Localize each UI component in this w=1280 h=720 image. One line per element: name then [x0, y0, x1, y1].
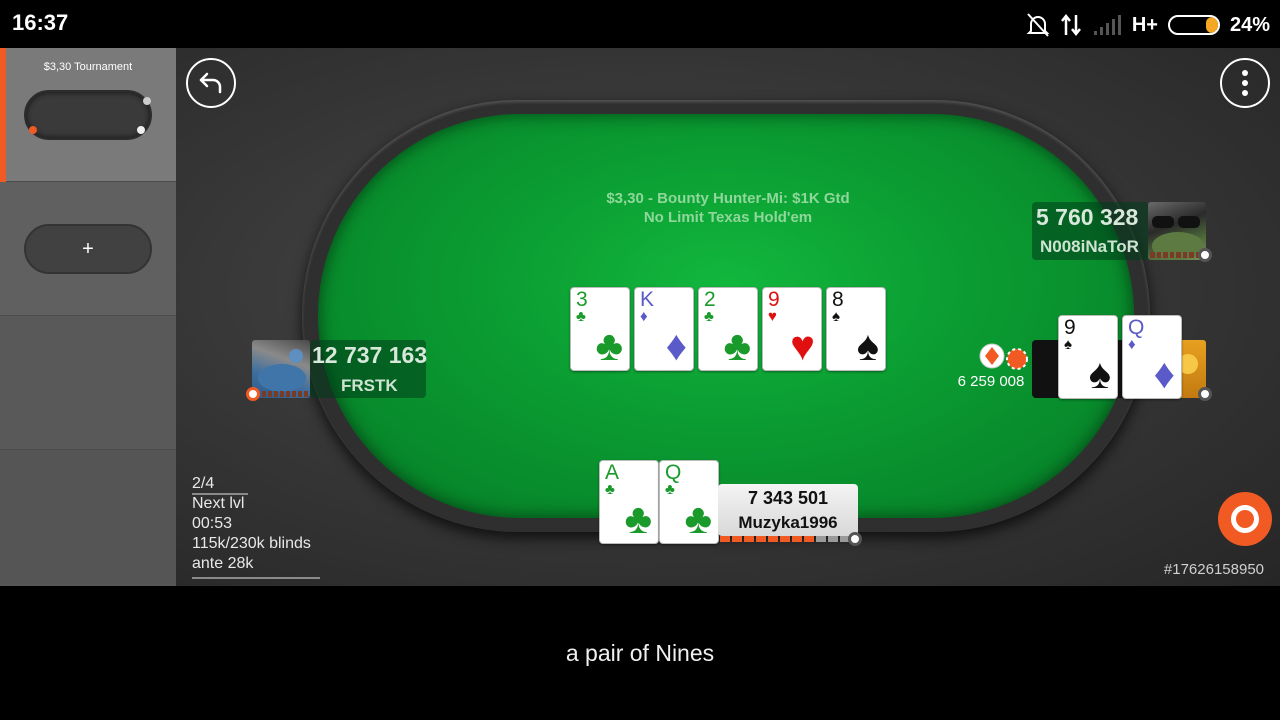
ante: ante 28k — [192, 555, 254, 572]
player-time-bar — [1150, 252, 1200, 258]
card-suit-icon: ♠ — [1088, 350, 1111, 397]
board-card: 3 ♣ ♣ — [570, 287, 630, 371]
empty-table-slot — [0, 316, 176, 450]
battery-icon — [1167, 15, 1220, 35]
back-arrow-icon — [199, 72, 222, 94]
status-icons: H+ 24% — [1026, 10, 1270, 40]
empty-table-slot — [0, 450, 176, 584]
time-segment — [792, 536, 802, 542]
player-name: FRSTK — [341, 376, 398, 395]
time-segment — [780, 536, 790, 542]
active-table-slot[interactable]: $3,30 Tournament — [0, 48, 176, 182]
active-table-title: $3,30 Tournament — [43, 61, 133, 73]
time-segment — [816, 536, 826, 542]
mini-seat-dot — [137, 126, 145, 134]
data-transfer-icon — [1060, 13, 1081, 37]
table-info: $3,30 - Bounty Hunter-Mi: $1K Gtd No Lim… — [480, 189, 976, 227]
mini-seat-dot — [143, 97, 151, 105]
card-suit-icon: ♠ — [1064, 336, 1072, 353]
time-segment — [720, 536, 730, 542]
frog-avatar-icon — [258, 349, 306, 392]
hero-stack: 7 343 501 — [747, 488, 829, 508]
seat-marker — [1198, 248, 1212, 262]
card-suit-icon: ♦ — [640, 308, 648, 325]
card-suit-icon: ♥ — [768, 308, 777, 325]
time-segment — [756, 536, 766, 542]
add-table-slot: + — [0, 182, 176, 316]
card-suit-icon: ♣ — [723, 322, 751, 369]
hero-card: Q ♣ ♣ — [659, 460, 719, 544]
mini-seat-dot — [29, 126, 37, 134]
back-button[interactable] — [186, 58, 236, 108]
card-suit-icon: ♣ — [605, 481, 615, 498]
card-suit-icon: ♦ — [1153, 350, 1175, 397]
notifications-off-icon — [1026, 13, 1050, 37]
card-suit-icon: ♦ — [665, 322, 687, 369]
status-bar: 16:37 H+ 24% — [0, 0, 1280, 48]
hand-id: #17626158950 — [1163, 561, 1264, 578]
hero-time-bar — [720, 536, 850, 542]
time-segment — [768, 536, 778, 542]
player-stack: 12 737 163 — [312, 342, 428, 368]
support-lifebuoy-icon[interactable] — [1218, 492, 1272, 546]
dealer-button-icon — [979, 343, 1028, 370]
next-level-label: Next lvl — [192, 495, 245, 512]
hero-card: A ♣ ♣ — [599, 460, 659, 544]
time-segment — [828, 536, 838, 542]
next-level-time: 00:53 — [192, 515, 233, 532]
hand-description: a pair of Nines — [565, 640, 715, 666]
hero-name: Muzyka1996 — [738, 513, 838, 532]
table-switcher-sidebar: $3,30 Tournament + — [0, 48, 176, 586]
player-avatar[interactable] — [252, 340, 310, 398]
player-position: 2/4 — [192, 475, 215, 492]
player-card: 9 ♠ ♠ — [1058, 315, 1118, 399]
seat-marker — [246, 387, 260, 401]
tournament-name: $3,30 - Bounty Hunter-Mi: $1K Gtd — [606, 190, 850, 207]
card-suit-icon: ♣ — [624, 495, 652, 542]
card-suit-icon: ♣ — [704, 308, 714, 325]
board-card: 2 ♣ ♣ — [698, 287, 758, 371]
more-vertical-icon — [1242, 70, 1248, 96]
level-info: 2/4 Next lvl 00:53 115k/230k blinds ante… — [192, 474, 311, 574]
player-bet-amount: 6 259 008 — [957, 373, 1025, 390]
blinds: 115k/230k blinds — [192, 535, 311, 552]
card-suit-icon: ♣ — [595, 322, 623, 369]
time-segment — [744, 536, 754, 542]
player-card: Q ♦ ♦ — [1122, 315, 1182, 399]
time-segment — [804, 536, 814, 542]
lifebuoy-ring — [1231, 505, 1259, 533]
card-suit-icon: ♦ — [1128, 336, 1136, 353]
battery-fill — [1206, 17, 1218, 33]
card-suit-icon: ♠ — [832, 308, 840, 325]
menu-button[interactable] — [1220, 58, 1270, 108]
board-card: K ♦ ♦ — [634, 287, 694, 371]
card-suit-icon: ♥ — [790, 322, 815, 369]
player-time-bar — [262, 391, 308, 397]
divider — [192, 577, 320, 579]
network-type: H+ — [1131, 13, 1158, 36]
card-suit-icon: ♣ — [684, 495, 712, 542]
signal-icon — [1093, 15, 1121, 35]
game-type: No Limit Texas Hold'em — [643, 209, 813, 226]
bottom-area: a pair of Nines — [0, 586, 1280, 720]
time-segment — [732, 536, 742, 542]
board-card: 9 ♥ ♥ — [762, 287, 822, 371]
card-suit-icon: ♠ — [856, 322, 879, 369]
mini-table-preview — [24, 90, 152, 140]
card-suit-icon: ♣ — [576, 308, 586, 325]
seat-marker — [1198, 387, 1212, 401]
card-suit-icon: ♣ — [665, 481, 675, 498]
status-time: 16:37 — [12, 10, 69, 35]
seat-marker — [848, 532, 862, 546]
battery-percent: 24% — [1229, 13, 1270, 36]
add-table-button[interactable]: + — [24, 224, 152, 274]
divider — [192, 493, 248, 495]
board-card: 8 ♠ ♠ — [826, 287, 886, 371]
player-name: N008iNaToR — [1040, 237, 1139, 256]
player-stack: 5 760 328 — [1036, 204, 1139, 230]
